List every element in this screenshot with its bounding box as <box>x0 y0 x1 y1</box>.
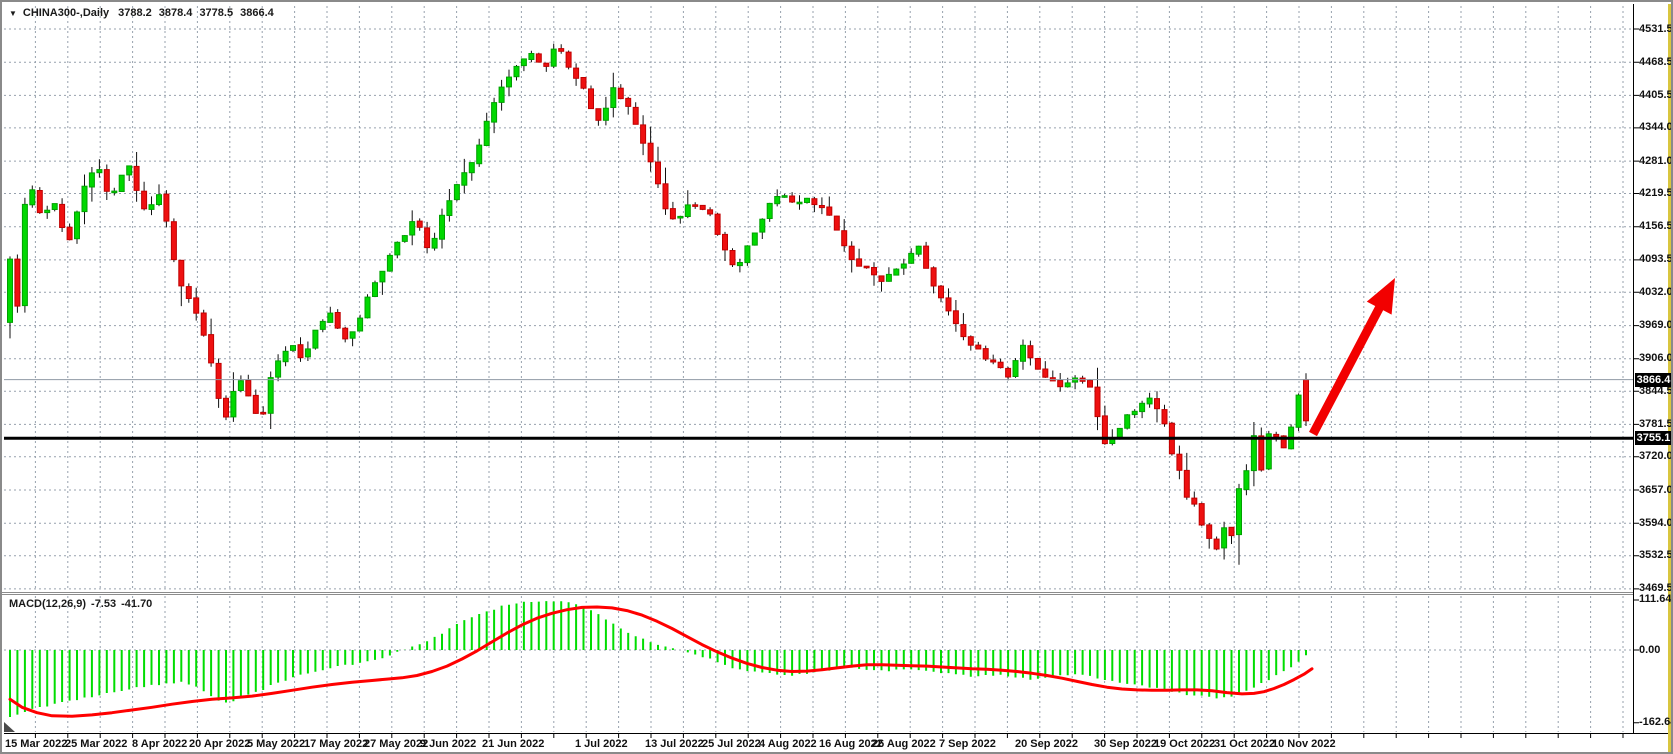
date-tick-label: 1 Jul 2022 <box>575 738 628 750</box>
macd-main-value: -7.53 <box>91 598 116 610</box>
price-tick-label: 3969.0 <box>1639 319 1673 332</box>
candlestick-chart-canvas[interactable] <box>2 2 1673 754</box>
date-tick-label: 15 Mar 2022 <box>5 738 67 750</box>
date-tick-label: 25 Jul 2022 <box>702 738 761 750</box>
date-tick-label: 13 Jul 2022 <box>645 738 704 750</box>
ohlc-high-value: 3878.4 <box>159 7 193 19</box>
symbol-period-label: CHINA300-,Daily <box>23 7 109 19</box>
date-tick-label: 10 Nov 2022 <box>1272 738 1336 750</box>
price-tick-label: 3781.5 <box>1639 418 1673 431</box>
date-tick-label: 25 Mar 2022 <box>65 738 127 750</box>
date-tick-label: 17 May 2022 <box>304 738 368 750</box>
date-tick-label: 30 Sep 2022 <box>1094 738 1157 750</box>
symbol-dropdown-icon[interactable]: ▼ <box>9 9 17 18</box>
last-price-badge: 3866.4 <box>1635 373 1672 387</box>
macd-signal-value: -41.70 <box>121 598 152 610</box>
date-tick-label: 9 Jun 2022 <box>420 738 476 750</box>
ohlc-open-value: 3788.2 <box>118 7 152 19</box>
price-tick-label: 3906.0 <box>1639 352 1673 365</box>
chart-window: ▼ CHINA300-,Daily 3788.2 3878.4 3778.5 3866.4… <box>0 0 1673 754</box>
macd-indicator-label: MACD(12,26,9) -7.53 -41.70 <box>9 598 157 610</box>
price-tick-label: 4405.5 <box>1639 89 1673 102</box>
price-tick-label: 4032.0 <box>1639 286 1673 299</box>
price-tick-label: 4156.5 <box>1639 220 1673 233</box>
price-tick-label: 3720.0 <box>1639 450 1673 463</box>
macd-tick-label: -162.64 <box>1639 716 1673 729</box>
support-line-price-badge: 3755.1 <box>1635 431 1672 445</box>
chart-title: ▼ CHINA300-,Daily 3788.2 3878.4 3778.5 3866.4 <box>9 7 274 19</box>
price-tick-label: 3657.0 <box>1639 484 1673 497</box>
price-tick-label: 4468.5 <box>1639 56 1673 69</box>
macd-name: MACD(12,26,9) <box>9 598 86 610</box>
price-tick-label: 3594.0 <box>1639 517 1673 530</box>
date-tick-label: 21 Jun 2022 <box>482 738 544 750</box>
date-tick-label: 20 Sep 2022 <box>1015 738 1078 750</box>
date-tick-label: 7 Sep 2022 <box>939 738 996 750</box>
date-tick-label: 19 Oct 2022 <box>1154 738 1215 750</box>
date-tick-label: 31 Oct 2022 <box>1214 738 1275 750</box>
date-tick-label: 27 May 2022 <box>364 738 428 750</box>
ohlc-low-value: 3778.5 <box>199 7 233 19</box>
date-tick-label: 20 Apr 2022 <box>189 738 250 750</box>
date-tick-label: 8 Apr 2022 <box>132 738 187 750</box>
price-tick-label: 4531.5 <box>1639 23 1673 36</box>
date-tick-label: 26 Aug 2022 <box>872 738 936 750</box>
price-tick-label: 4281.0 <box>1639 155 1673 168</box>
price-tick-label: 4219.5 <box>1639 187 1673 200</box>
ohlc-close-value: 3866.4 <box>240 7 274 19</box>
price-tick-label: 3532.5 <box>1639 549 1673 562</box>
date-tick-label: 4 Aug 2022 <box>759 738 817 750</box>
price-tick-label: 4093.5 <box>1639 253 1673 266</box>
macd-tick-label: 0.00 <box>1639 644 1660 657</box>
date-tick-label: 5 May 2022 <box>247 738 305 750</box>
price-tick-label: 4344.0 <box>1639 121 1673 134</box>
macd-tick-label: 111.64 <box>1639 593 1671 606</box>
